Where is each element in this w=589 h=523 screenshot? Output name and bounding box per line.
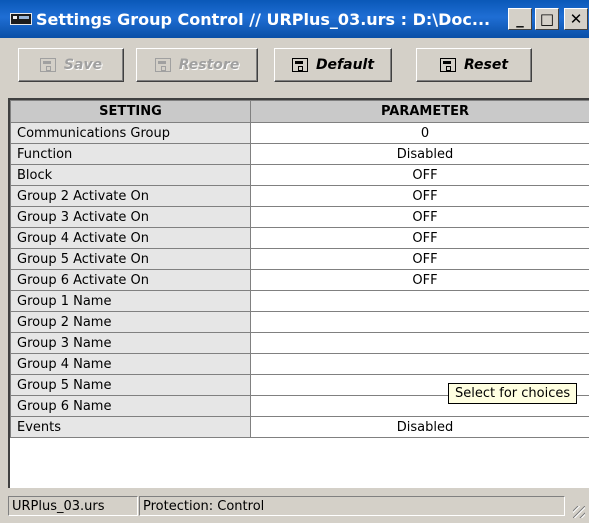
setting-cell: Group 6 Name: [10, 395, 251, 417]
table-row: Group 3 Name: [10, 332, 589, 354]
setting-cell: Group 5 Name: [10, 374, 251, 396]
setting-cell: Group 3 Activate On: [10, 206, 251, 228]
table-row: Group 1 Name: [10, 290, 589, 312]
close-button[interactable]: ✕: [564, 8, 588, 30]
window-title: Settings Group Control // URPlus_03.urs …: [36, 9, 491, 29]
settings-grid: SETTING PARAMETER Communications Group 0 F…: [8, 98, 589, 488]
title-bar[interactable]: Settings Group Control // URPlus_03.urs …: [0, 0, 589, 38]
tooltip: Select for choices: [448, 383, 578, 404]
parameter-cell[interactable]: OFF: [250, 185, 589, 207]
reset-icon: [439, 58, 456, 72]
setting-column-header: SETTING: [10, 100, 251, 123]
setting-cell: Group 2 Activate On: [10, 185, 251, 207]
restore-icon: [154, 58, 171, 72]
default-button[interactable]: Default: [274, 48, 392, 82]
table-row: Group 4 Name: [10, 353, 589, 375]
parameter-cell[interactable]: Disabled: [250, 143, 589, 165]
parameter-cell[interactable]: [250, 332, 589, 354]
parameter-cell[interactable]: [250, 311, 589, 333]
setting-cell: Group 6 Activate On: [10, 269, 251, 291]
parameter-cell[interactable]: OFF: [250, 227, 589, 249]
table-row: Communications Group 0: [10, 122, 589, 144]
app-icon: [10, 13, 32, 25]
minimize-button[interactable]: _: [508, 8, 532, 30]
setting-cell: Block: [10, 164, 251, 186]
table-row: Group 3 Activate On OFF: [10, 206, 589, 228]
restore-label: Restore: [178, 57, 240, 73]
resize-grip-icon[interactable]: [573, 506, 585, 518]
save-button[interactable]: Save: [18, 48, 124, 82]
parameter-cell[interactable]: 0: [250, 122, 589, 144]
toolbar: Save Restore Default Reset: [0, 38, 589, 96]
header-row: SETTING PARAMETER: [10, 100, 589, 123]
status-bar: URPlus_03.urs Protection: Control: [0, 488, 589, 523]
default-icon: [291, 58, 308, 72]
parameter-column-header: PARAMETER: [250, 100, 589, 123]
table-row: Group 2 Activate On OFF: [10, 185, 589, 207]
setting-cell: Group 4 Activate On: [10, 227, 251, 249]
parameter-cell[interactable]: OFF: [250, 206, 589, 228]
parameter-cell[interactable]: [250, 353, 589, 375]
table-row: Group 5 Activate On OFF: [10, 248, 589, 270]
status-section: Protection: Control: [139, 496, 565, 516]
reset-label: Reset: [463, 57, 509, 73]
parameter-cell[interactable]: OFF: [250, 248, 589, 270]
setting-cell: Group 2 Name: [10, 311, 251, 333]
parameter-cell[interactable]: OFF: [250, 164, 589, 186]
table-row: Block OFF: [10, 164, 589, 186]
default-label: Default: [315, 57, 375, 73]
table-row: Function Disabled: [10, 143, 589, 165]
table-row: Group 6 Activate On OFF: [10, 269, 589, 291]
setting-cell: Communications Group: [10, 122, 251, 144]
maximize-button[interactable]: □: [535, 8, 559, 30]
parameter-cell[interactable]: [250, 290, 589, 312]
setting-cell: Group 1 Name: [10, 290, 251, 312]
setting-cell: Events: [10, 416, 251, 438]
reset-button[interactable]: Reset: [416, 48, 532, 82]
table-row: Group 4 Activate On OFF: [10, 227, 589, 249]
parameter-cell[interactable]: Disabled: [250, 416, 589, 438]
table-row: Group 2 Name: [10, 311, 589, 333]
parameter-cell[interactable]: OFF: [250, 269, 589, 291]
table-row: Events Disabled: [10, 416, 589, 438]
save-label: Save: [63, 57, 103, 73]
save-icon: [39, 58, 56, 72]
status-file: URPlus_03.urs: [8, 496, 138, 516]
setting-cell: Function: [10, 143, 251, 165]
setting-cell: Group 3 Name: [10, 332, 251, 354]
setting-cell: Group 5 Activate On: [10, 248, 251, 270]
restore-button[interactable]: Restore: [136, 48, 258, 82]
setting-cell: Group 4 Name: [10, 353, 251, 375]
